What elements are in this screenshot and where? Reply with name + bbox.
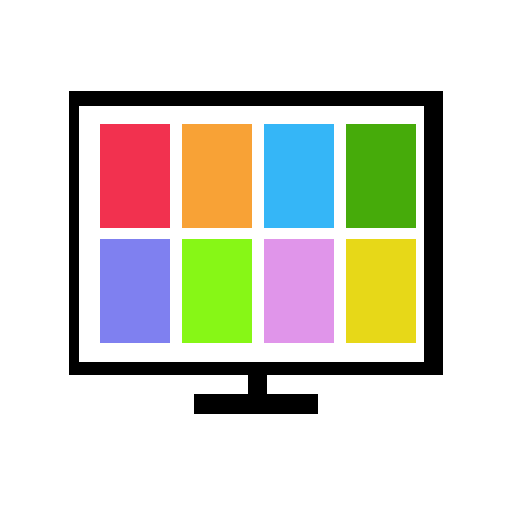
tile-lilac (264, 239, 334, 343)
tile-lime (182, 239, 252, 343)
tile-red (100, 124, 170, 228)
tile-periwinkle (100, 239, 170, 343)
tile-orange (182, 124, 252, 228)
tile-green (346, 124, 416, 228)
tile-blue (264, 124, 334, 228)
app-tile-grid (100, 124, 416, 343)
tile-yellow (346, 239, 416, 343)
monitor-stand-base (194, 394, 318, 414)
monitor-stand-neck (248, 375, 267, 395)
monitor-app-grid-icon (0, 0, 512, 512)
